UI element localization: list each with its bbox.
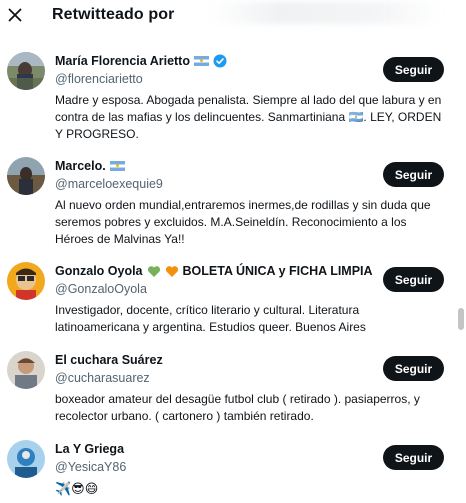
- user-handle[interactable]: @florenciarietto: [55, 72, 143, 86]
- user-handle[interactable]: @YesicaY86: [55, 460, 126, 474]
- user-bio: Investigador, docente, crítico literario…: [55, 303, 366, 334]
- page-title: Retwitteado por: [52, 6, 175, 23]
- orange-heart-icon: [165, 265, 178, 277]
- avatar[interactable]: [7, 351, 45, 389]
- user-name-suffix[interactable]: BOLETA ÚNICA y FICHA LIMPIA: [183, 264, 373, 278]
- avatar[interactable]: [7, 440, 45, 478]
- user-name-row[interactable]: El cuchara Suárez: [55, 353, 163, 367]
- scrollbar-thumb[interactable]: [458, 308, 464, 330]
- user-handle[interactable]: @cucharasuarez: [55, 371, 150, 385]
- user-name[interactable]: Gonzalo Oyola: [55, 264, 143, 278]
- avatar[interactable]: [7, 157, 45, 195]
- user-bio: boxeador amateur del desagüe futbol club…: [55, 392, 420, 423]
- close-icon: [8, 8, 22, 22]
- follow-button[interactable]: Seguir: [383, 356, 444, 381]
- follow-button[interactable]: Seguir: [383, 267, 444, 292]
- user-name[interactable]: El cuchara Suárez: [55, 353, 163, 367]
- green-heart-icon: [147, 265, 160, 277]
- close-button[interactable]: [4, 4, 26, 26]
- argentina-flag-icon: [194, 56, 209, 66]
- blurred-background: [210, 2, 446, 24]
- user-name[interactable]: La Y Griega: [55, 442, 124, 456]
- argentina-flag-icon: [109, 161, 125, 171]
- follow-button[interactable]: Seguir: [383, 57, 444, 82]
- user-handle[interactable]: @GonzaloOyola: [55, 282, 147, 296]
- user-name-row[interactable]: María Florencia Arietto: [55, 54, 227, 68]
- modal-header: Retwitteado por: [0, 0, 456, 34]
- user-name[interactable]: Marcelo.: [55, 159, 106, 173]
- verified-badge-icon: [213, 54, 227, 68]
- user-name-row[interactable]: Gonzalo Oyola BOLETA ÚNICA y FICHA LIMPI…: [55, 264, 373, 278]
- user-name-row[interactable]: La Y Griega: [55, 442, 124, 456]
- user-bio: Madre y esposa. Abogada penalista. Siemp…: [55, 93, 442, 141]
- follow-button[interactable]: Seguir: [383, 162, 444, 187]
- user-name-row[interactable]: Marcelo.: [55, 159, 125, 173]
- avatar[interactable]: [7, 262, 45, 300]
- avatar[interactable]: [7, 52, 45, 90]
- follow-button[interactable]: Seguir: [383, 445, 444, 470]
- user-name[interactable]: María Florencia Arietto: [55, 54, 190, 68]
- user-bio: ✈️😎😄: [55, 481, 99, 496]
- user-handle[interactable]: @marceloexequie9: [55, 177, 163, 191]
- user-bio: Al nuevo orden mundial,entraremos inerme…: [55, 198, 431, 246]
